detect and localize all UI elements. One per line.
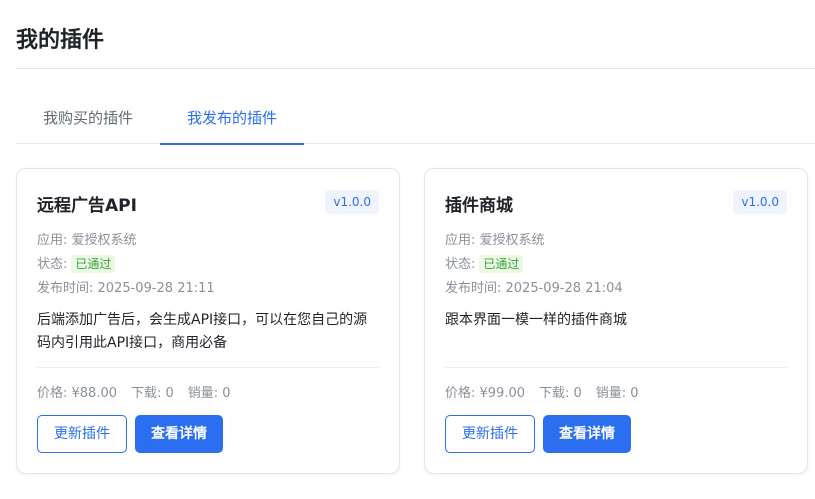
tab-published-plugins[interactable]: 我发布的插件 (160, 96, 304, 145)
plugin-title: 插件商城 (445, 196, 513, 216)
view-details-button[interactable]: 查看详情 (543, 415, 631, 453)
status-badge: 已通过 (71, 255, 116, 273)
plugin-title: 远程广告API (37, 196, 137, 216)
status-badge: 已通过 (479, 255, 524, 273)
card-divider (37, 367, 379, 368)
publish-time-label: 发布时间: (445, 281, 502, 296)
tab-purchased-plugins[interactable]: 我购买的插件 (16, 96, 160, 143)
view-details-button[interactable]: 查看详情 (135, 415, 223, 453)
card-divider (445, 367, 787, 368)
publish-time-info: 发布时间: 2025-09-28 21:04 (445, 277, 623, 296)
price-stat: 价格: ¥88.00 (37, 386, 117, 401)
app-info: 应用: 爱授权系统 (37, 229, 137, 248)
publish-time-value: 2025-09-28 21:11 (97, 281, 215, 296)
update-plugin-button[interactable]: 更新插件 (445, 415, 535, 453)
page-title: 我的插件 (16, 28, 105, 53)
publish-time-value: 2025-09-28 21:04 (505, 281, 623, 296)
tab-bar: 我购买的插件 我发布的插件 (16, 96, 815, 145)
publish-time-info: 发布时间: 2025-09-28 21:11 (37, 277, 215, 296)
plugin-stats: 价格: ¥88.00 下载: 0 销量: 0 (37, 382, 245, 401)
price-stat: 价格: ¥99.00 (445, 386, 525, 401)
status-label: 状态: (445, 257, 476, 272)
downloads-stat: 下载: 0 (539, 386, 582, 401)
status-info: 状态: 已通过 (37, 253, 116, 273)
app-label: 应用: (445, 233, 476, 248)
publish-time-label: 发布时间: (37, 281, 94, 296)
status-info: 状态: 已通过 (445, 253, 524, 273)
app-info: 应用: 爱授权系统 (445, 229, 545, 248)
update-plugin-button[interactable]: 更新插件 (37, 415, 127, 453)
downloads-stat: 下载: 0 (131, 386, 174, 401)
plugin-card: 远程广告API v1.0.0 应用: 爱授权系统 状态: 已通过 发布时间: 20… (16, 168, 400, 474)
status-label: 状态: (37, 257, 68, 272)
title-divider (16, 68, 815, 69)
plugin-stats: 价格: ¥99.00 下载: 0 销量: 0 (445, 382, 653, 401)
plugin-card: 插件商城 v1.0.0 应用: 爱授权系统 状态: 已通过 发布时间: 2025-… (424, 168, 808, 474)
app-value: 爱授权系统 (71, 233, 137, 248)
version-badge: v1.0.0 (325, 190, 379, 214)
plugin-description: 跟本界面一模一样的插件商城 (445, 312, 627, 328)
sales-stat: 销量: 0 (187, 386, 231, 401)
app-value: 爱授权系统 (479, 233, 545, 248)
sales-stat: 销量: 0 (595, 386, 639, 401)
app-label: 应用: (37, 233, 68, 248)
version-badge: v1.0.0 (733, 190, 787, 214)
plugin-description: 后端添加广告后，会生成API接口，可以在您自己的源码内引用此API接口，商用必备 (37, 312, 368, 351)
